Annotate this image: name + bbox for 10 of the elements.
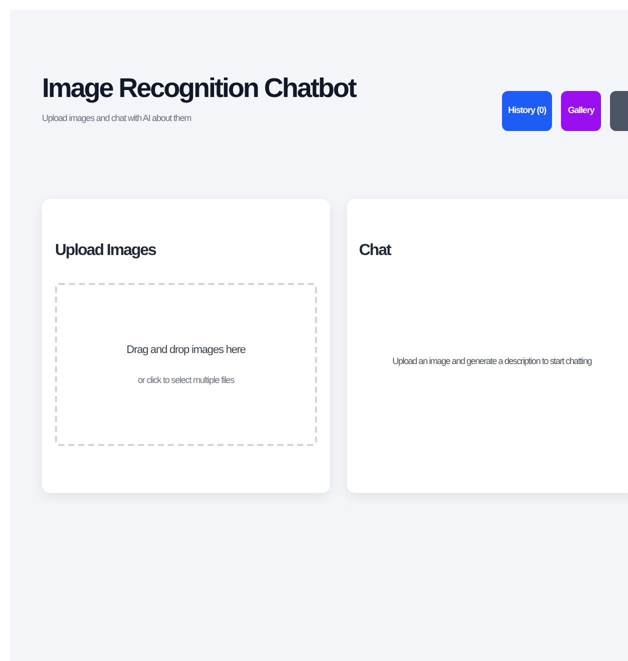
card-title: Chat bbox=[359, 241, 392, 261]
card-title: Upload Images bbox=[55, 241, 158, 261]
drop-hint: or click to select multiple files bbox=[138, 374, 234, 387]
page-title: Image Recognition Chatbot bbox=[42, 72, 357, 105]
header-button[interactable]: Gallery bbox=[561, 91, 601, 131]
empty-chat-text: Upload an image and generate a description to start chatting bbox=[392, 355, 592, 368]
page-subtitle: Upload images and chat with AI about them bbox=[42, 112, 192, 125]
header-button[interactable]: History (0) bbox=[502, 91, 552, 131]
drop-zone[interactable]: Drag and drop images here or click to select multiple files bbox=[55, 283, 317, 446]
drop-text: Drag and drop images here bbox=[126, 342, 246, 358]
